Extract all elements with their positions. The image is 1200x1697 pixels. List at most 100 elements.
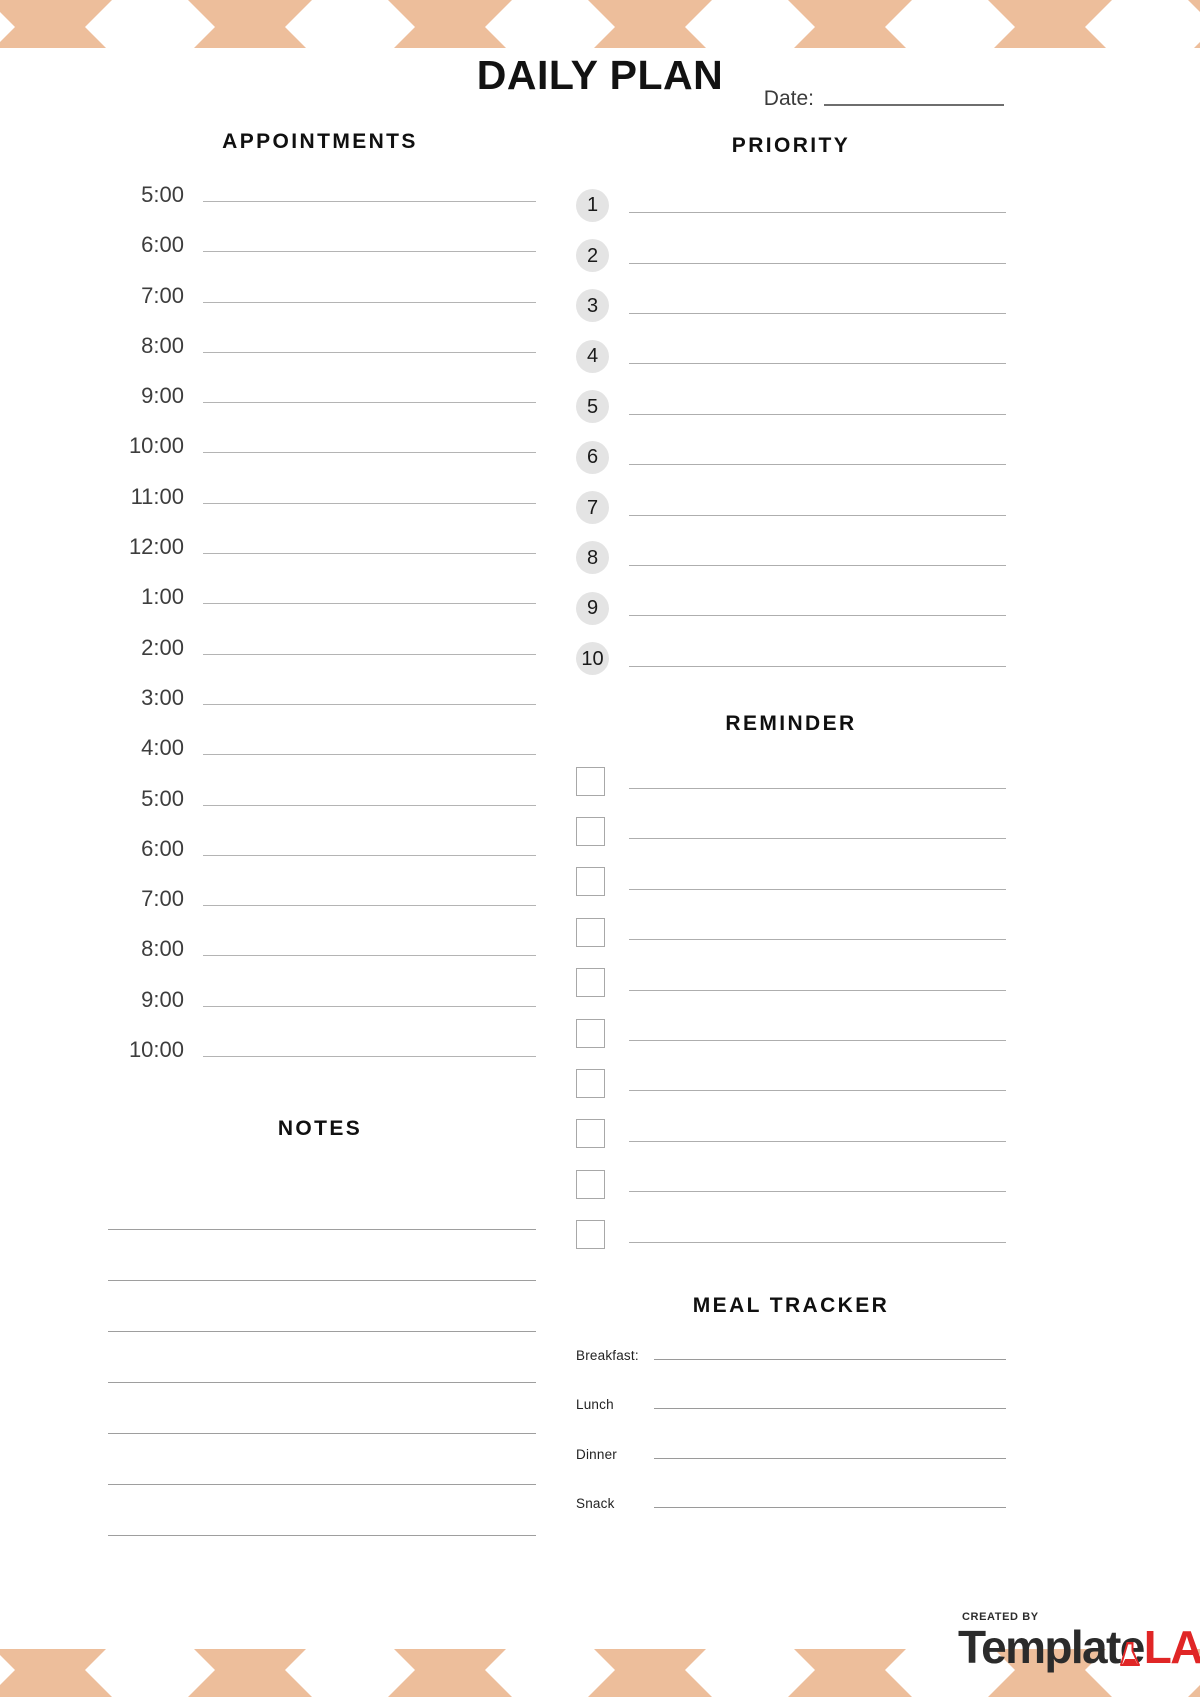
priority-row[interactable]: 6 xyxy=(576,432,1006,482)
reminder-checkbox[interactable] xyxy=(576,1018,605,1048)
appointment-row[interactable]: 2:00 xyxy=(104,635,536,685)
appointment-input-line[interactable] xyxy=(203,240,536,253)
notes-input-line[interactable] xyxy=(108,1281,536,1333)
appointment-row[interactable]: 10:00 xyxy=(104,1037,536,1087)
reminder-input-line[interactable] xyxy=(629,975,1006,991)
priority-row[interactable]: 8 xyxy=(576,533,1006,583)
meal-row[interactable]: Lunch xyxy=(576,1397,1006,1447)
appointment-input-line[interactable] xyxy=(203,492,536,504)
appointment-input-line[interactable] xyxy=(203,844,536,856)
appointment-row[interactable]: 6:00 xyxy=(104,836,536,886)
meal-input-line[interactable] xyxy=(654,1399,1006,1410)
appointment-row[interactable]: 10:00 xyxy=(104,433,536,483)
meal-input-line[interactable] xyxy=(654,1498,1006,1509)
reminder-checkbox[interactable] xyxy=(576,867,605,897)
appointment-input-line[interactable] xyxy=(203,894,536,907)
priority-input-line[interactable] xyxy=(629,248,1006,264)
reminder-row[interactable] xyxy=(576,907,1006,957)
appointment-input-line[interactable] xyxy=(203,1045,536,1058)
reminder-row[interactable] xyxy=(576,1008,1006,1058)
appointment-input-line[interactable] xyxy=(203,592,536,605)
notes-input-line[interactable] xyxy=(108,1485,536,1537)
priority-input-line[interactable] xyxy=(629,550,1006,566)
appointment-input-line[interactable] xyxy=(203,441,536,454)
notes-input-line[interactable] xyxy=(108,1179,536,1231)
reminder-row[interactable] xyxy=(576,1058,1006,1108)
reminder-checkbox[interactable] xyxy=(576,766,605,796)
reminder-row[interactable] xyxy=(576,1159,1006,1209)
appointment-row[interactable]: 7:00 xyxy=(104,886,536,936)
reminder-input-line[interactable] xyxy=(629,823,1006,840)
appointment-row[interactable]: 9:00 xyxy=(104,987,536,1037)
priority-row[interactable]: 5 xyxy=(576,382,1006,432)
priority-input-line[interactable] xyxy=(629,651,1006,667)
meal-row[interactable]: Snack xyxy=(576,1496,1006,1546)
meal-input-line[interactable] xyxy=(654,1449,1006,1459)
priority-row[interactable]: 7 xyxy=(576,482,1006,532)
reminder-checkbox[interactable] xyxy=(576,1068,605,1098)
reminder-checkbox[interactable] xyxy=(576,917,605,947)
appointment-input-line[interactable] xyxy=(203,291,536,303)
reminder-input-line[interactable] xyxy=(629,874,1006,890)
appointment-row[interactable]: 6:00 xyxy=(104,232,536,282)
notes-input-line[interactable] xyxy=(108,1230,536,1282)
reminder-row[interactable] xyxy=(576,756,1006,806)
appointment-input-line[interactable] xyxy=(203,743,536,756)
reminder-input-line[interactable] xyxy=(629,773,1006,790)
reminder-input-line[interactable] xyxy=(629,1126,1006,1142)
appointment-row[interactable]: 9:00 xyxy=(104,383,536,433)
reminder-checkbox[interactable] xyxy=(576,1169,605,1199)
meal-input-line[interactable] xyxy=(654,1350,1006,1360)
appointment-row[interactable]: 5:00 xyxy=(104,786,536,836)
priority-row[interactable]: 4 xyxy=(576,331,1006,381)
reminder-input-line[interactable] xyxy=(629,1075,1006,1092)
meal-row[interactable]: Breakfast: xyxy=(576,1348,1006,1398)
appointment-row[interactable]: 1:00 xyxy=(104,584,536,634)
reminder-row[interactable] xyxy=(576,806,1006,856)
appointment-input-line[interactable] xyxy=(203,944,536,957)
appointment-row[interactable]: 8:00 xyxy=(104,333,536,383)
appointment-input-line[interactable] xyxy=(203,391,536,404)
date-field[interactable]: Date: xyxy=(764,88,1004,109)
reminder-checkbox[interactable] xyxy=(576,1119,605,1149)
appointment-row[interactable]: 11:00 xyxy=(104,484,536,534)
appointment-input-line[interactable] xyxy=(203,643,536,655)
priority-row[interactable]: 10 xyxy=(576,634,1006,684)
appointment-row[interactable]: 12:00 xyxy=(104,534,536,584)
priority-row[interactable]: 9 xyxy=(576,583,1006,633)
templatelab-logo[interactable]: CREATED BY TemplateLAB xyxy=(946,1611,1200,1697)
notes-input-line[interactable] xyxy=(108,1434,536,1486)
appointment-input-line[interactable] xyxy=(203,693,536,705)
appointment-input-line[interactable] xyxy=(203,542,536,555)
appointment-input-line[interactable] xyxy=(203,794,536,806)
appointment-input-line[interactable] xyxy=(203,995,536,1007)
notes-input-line[interactable] xyxy=(108,1383,536,1435)
reminder-row[interactable] xyxy=(576,1109,1006,1159)
reminder-checkbox[interactable] xyxy=(576,816,605,846)
priority-input-line[interactable] xyxy=(629,197,1006,214)
reminder-row[interactable] xyxy=(576,1209,1006,1259)
appointment-row[interactable]: 4:00 xyxy=(104,735,536,785)
reminder-row[interactable] xyxy=(576,957,1006,1007)
appointment-row[interactable]: 3:00 xyxy=(104,685,536,735)
reminder-input-line[interactable] xyxy=(629,924,1006,941)
appointment-row[interactable]: 7:00 xyxy=(104,283,536,333)
reminder-checkbox[interactable] xyxy=(576,968,605,998)
reminder-input-line[interactable] xyxy=(629,1176,1006,1193)
appointment-row[interactable]: 5:00 xyxy=(104,182,536,232)
priority-row[interactable]: 2 xyxy=(576,230,1006,280)
reminder-input-line[interactable] xyxy=(629,1025,1006,1042)
notes-input-line[interactable] xyxy=(108,1332,536,1384)
priority-input-line[interactable] xyxy=(629,399,1006,415)
priority-input-line[interactable] xyxy=(629,348,1006,365)
appointment-row[interactable]: 8:00 xyxy=(104,936,536,986)
priority-row[interactable]: 3 xyxy=(576,281,1006,331)
priority-input-line[interactable] xyxy=(629,600,1006,617)
reminder-row[interactable] xyxy=(576,857,1006,907)
appointment-input-line[interactable] xyxy=(203,341,536,353)
meal-row[interactable]: Dinner xyxy=(576,1447,1006,1497)
priority-row[interactable]: 1 xyxy=(576,180,1006,230)
reminder-input-line[interactable] xyxy=(629,1227,1006,1243)
reminder-checkbox[interactable] xyxy=(576,1220,605,1250)
appointment-input-line[interactable] xyxy=(203,190,536,202)
